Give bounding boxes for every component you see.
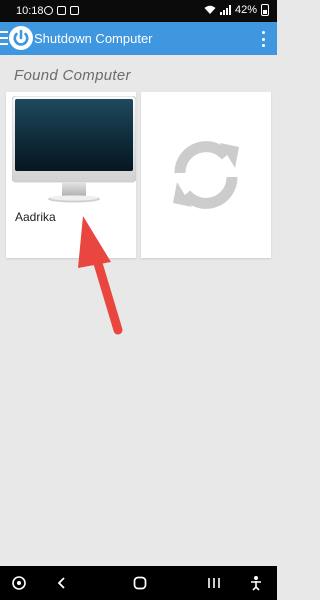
refresh-card[interactable] [141,92,271,258]
status-bar: 10:18 42% [0,0,277,22]
accessibility-icon[interactable] [247,574,265,592]
menu-icon[interactable] [0,31,8,45]
recents-icon[interactable] [205,574,223,592]
annotation-arrow [78,216,123,335]
back-icon[interactable] [53,574,71,592]
status-right: 42% [204,4,269,16]
assistant-icon[interactable] [10,574,28,592]
section-title: Found Computer [14,67,131,84]
gallery-icon [57,6,66,15]
battery-percent: 42% [234,4,257,16]
app-bar: Shutdown Computer [0,22,277,55]
app-title: Shutdown Computer [34,31,153,46]
notification-icons [44,6,79,15]
desktop-monitor-icon [12,96,136,203]
refresh-icon [173,141,239,209]
overflow-menu-icon[interactable] [261,31,265,47]
navigation-bar [0,566,277,600]
computer-name: Aadrika [15,210,56,224]
image-icon [70,6,79,15]
wifi-icon [204,5,216,14]
battery-icon [261,4,269,16]
status-time: 10:18 [16,5,44,17]
signal-icon [219,5,231,15]
spotify-icon [44,6,53,15]
power-icon [9,26,33,50]
home-icon[interactable] [131,574,149,592]
